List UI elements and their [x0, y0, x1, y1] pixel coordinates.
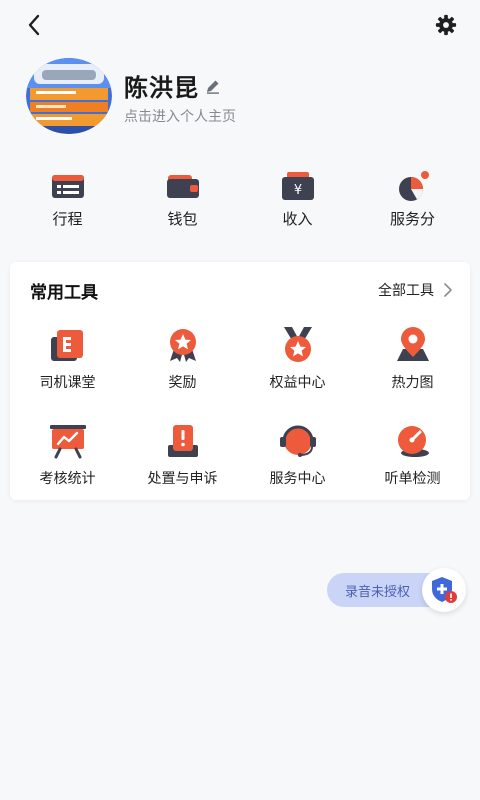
quick-link-income[interactable]: ¥ 收入 — [240, 168, 355, 238]
map-pin-icon — [391, 324, 435, 366]
shield-alert-icon — [432, 577, 457, 603]
tool-label: 司机课堂 — [39, 375, 96, 391]
book-icon — [46, 324, 90, 366]
tool-label: 考核统计 — [39, 471, 96, 487]
tools-grid: 司机课堂 奖励 权益中心 热力图 考核统计 处置与申诉 服务中心 听单检测 — [10, 324, 470, 516]
itinerary-icon — [48, 168, 88, 204]
quick-link-wallet[interactable]: 钱包 — [125, 168, 240, 238]
tool-label: 权益中心 — [269, 375, 326, 391]
quick-link-service-score[interactable]: 服务分 — [355, 168, 470, 238]
chevron-right-icon — [444, 283, 452, 297]
recording-shield-button[interactable] — [422, 568, 466, 612]
top-bar — [0, 0, 480, 50]
headset-icon — [276, 420, 320, 462]
profile-subtitle: 点击进入个人主页 — [124, 109, 236, 125]
service-score-icon — [393, 168, 433, 204]
all-tools-label: 全部工具 — [378, 283, 434, 299]
quick-link-label: 钱包 — [167, 210, 198, 228]
income-icon: ¥ — [278, 168, 318, 204]
quick-links: 行程 钱包 ¥ 收入 服务分 — [0, 168, 480, 238]
svg-text:¥: ¥ — [293, 183, 301, 198]
quick-link-label: 服务分 — [389, 210, 435, 228]
tool-reward[interactable]: 奖励 — [125, 324, 240, 420]
tool-label: 服务中心 — [269, 471, 326, 487]
back-button[interactable] — [20, 10, 48, 40]
tools-header: 常用工具 全部工具 — [10, 262, 470, 316]
chart-board-icon — [46, 420, 90, 462]
tool-assessment-stats[interactable]: 考核统计 — [10, 420, 125, 516]
tool-heatmap[interactable]: 热力图 — [355, 324, 470, 420]
tool-label: 处置与申诉 — [147, 471, 218, 487]
driver-name: 陈洪昆 — [124, 74, 199, 102]
quick-link-itinerary[interactable]: 行程 — [10, 168, 125, 238]
gauge-icon — [391, 420, 435, 462]
medal-icon — [276, 324, 320, 366]
name-row: 陈洪昆 — [124, 68, 221, 103]
tool-order-detection[interactable]: 听单检测 — [355, 420, 470, 516]
tool-label: 奖励 — [168, 375, 197, 391]
tool-service-center[interactable]: 服务中心 — [240, 420, 355, 516]
tool-rights-center[interactable]: 权益中心 — [240, 324, 355, 420]
avatar[interactable] — [26, 58, 112, 134]
tool-appeal[interactable]: 处置与申诉 — [125, 420, 240, 516]
settings-button[interactable] — [432, 10, 460, 40]
reward-icon — [161, 324, 205, 366]
chevron-left-icon — [28, 14, 40, 36]
tools-title: 常用工具 — [30, 283, 98, 303]
all-tools-link[interactable]: 全部工具 — [378, 280, 452, 300]
pencil-icon[interactable] — [205, 78, 221, 94]
appeal-icon — [161, 420, 205, 462]
common-tools-card: 常用工具 全部工具 司机课堂 奖励 权益中心 热力图 考核统计 处置与申诉 服务… — [10, 262, 470, 500]
quick-link-label: 收入 — [282, 210, 313, 228]
profile-section[interactable]: 陈洪昆 点击进入个人主页 — [26, 58, 456, 136]
recording-label: 录音未授权 — [345, 584, 411, 600]
tool-label: 听单检测 — [384, 471, 441, 487]
gear-icon — [435, 14, 457, 36]
wallet-icon — [163, 168, 203, 204]
quick-link-label: 行程 — [52, 210, 83, 228]
tool-driver-class[interactable]: 司机课堂 — [10, 324, 125, 420]
tool-label: 热力图 — [391, 375, 434, 391]
